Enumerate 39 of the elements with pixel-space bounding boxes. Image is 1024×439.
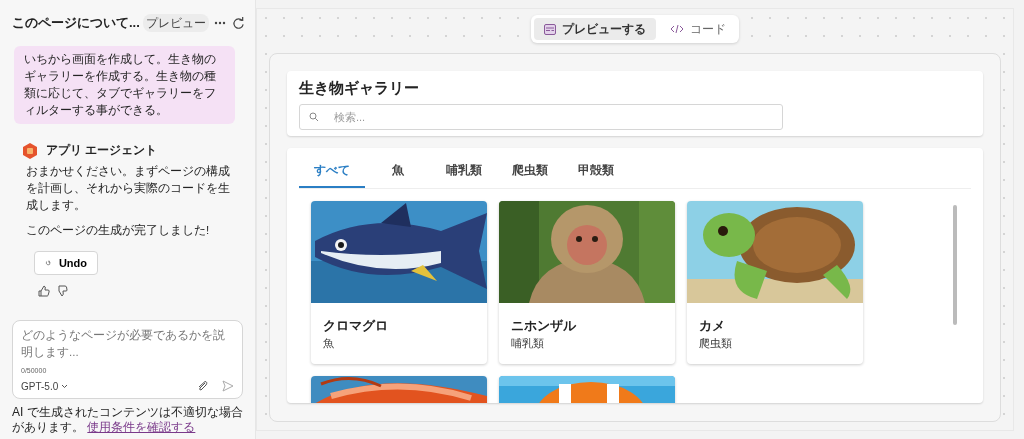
thumbs-up-icon[interactable] xyxy=(38,285,50,297)
animal-card[interactable]: ニホンザル 哺乳類 xyxy=(499,201,675,364)
preview-icon xyxy=(544,23,556,35)
view-tab[interactable]: プレビューする xyxy=(534,18,656,40)
agent-message: このページの生成が完了しました! xyxy=(26,223,211,238)
gallery-title: 生き物ギャラリー xyxy=(299,79,420,98)
scrollbar-thumb[interactable] xyxy=(953,205,957,325)
search-field[interactable]: 検索... xyxy=(299,104,783,130)
preview-badge: プレビュー xyxy=(142,14,209,32)
animal-name: カメ xyxy=(699,317,726,335)
animal-card[interactable]: カメ 爬虫類 xyxy=(687,201,863,364)
undo-button[interactable]: Undo xyxy=(34,251,98,275)
category-tab[interactable]: 甲殻類 xyxy=(563,154,629,188)
chevron-down-icon xyxy=(61,383,69,389)
paperclip-icon[interactable] xyxy=(197,380,208,392)
prompt-field[interactable]: どのようなページが必要であるかを説明します... xyxy=(21,327,234,363)
agent-name: アプリ エージェント xyxy=(46,142,158,159)
animal-name: ニホンザル xyxy=(511,317,577,335)
model-dropdown[interactable]: GPT-5.0 xyxy=(21,380,197,392)
animal-category: 哺乳類 xyxy=(511,336,545,351)
animal-card[interactable]: クロマグロ 魚 xyxy=(311,201,487,364)
category-tab[interactable]: すべて xyxy=(299,154,365,188)
thumbs-down-icon[interactable] xyxy=(56,285,68,297)
agent-logo-icon xyxy=(22,142,38,159)
category-tab[interactable]: 爬虫類 xyxy=(497,154,563,188)
agent-message: おまかせください。まずページの構成を計画し、それから実際のコードを生成します。 xyxy=(26,164,231,213)
animal-name: クロマグロ xyxy=(323,317,389,335)
category-tab[interactable]: 魚 xyxy=(365,154,431,188)
disclaimer-text: AI で生成されたコンテンツは不適切な場合があります。 使用条件を確認する xyxy=(12,405,243,435)
user-message: いちから画面を作成して。生き物のギャラリーを作成する。生き物の種類に応じて、タブでギャラリーをフィルターする事ができる。 xyxy=(14,46,235,124)
terms-link[interactable]: 使用条件を確認する xyxy=(87,420,196,434)
animal-category: 魚 xyxy=(323,336,335,351)
code-icon xyxy=(670,24,684,34)
page-title: このページについて... xyxy=(12,14,140,32)
category-tab[interactable]: 哺乳類 xyxy=(431,154,497,188)
animal-category: 爬虫類 xyxy=(699,336,733,351)
search-icon xyxy=(309,112,319,122)
refresh-button[interactable] xyxy=(230,14,247,32)
view-tab[interactable]: コード xyxy=(660,18,736,40)
